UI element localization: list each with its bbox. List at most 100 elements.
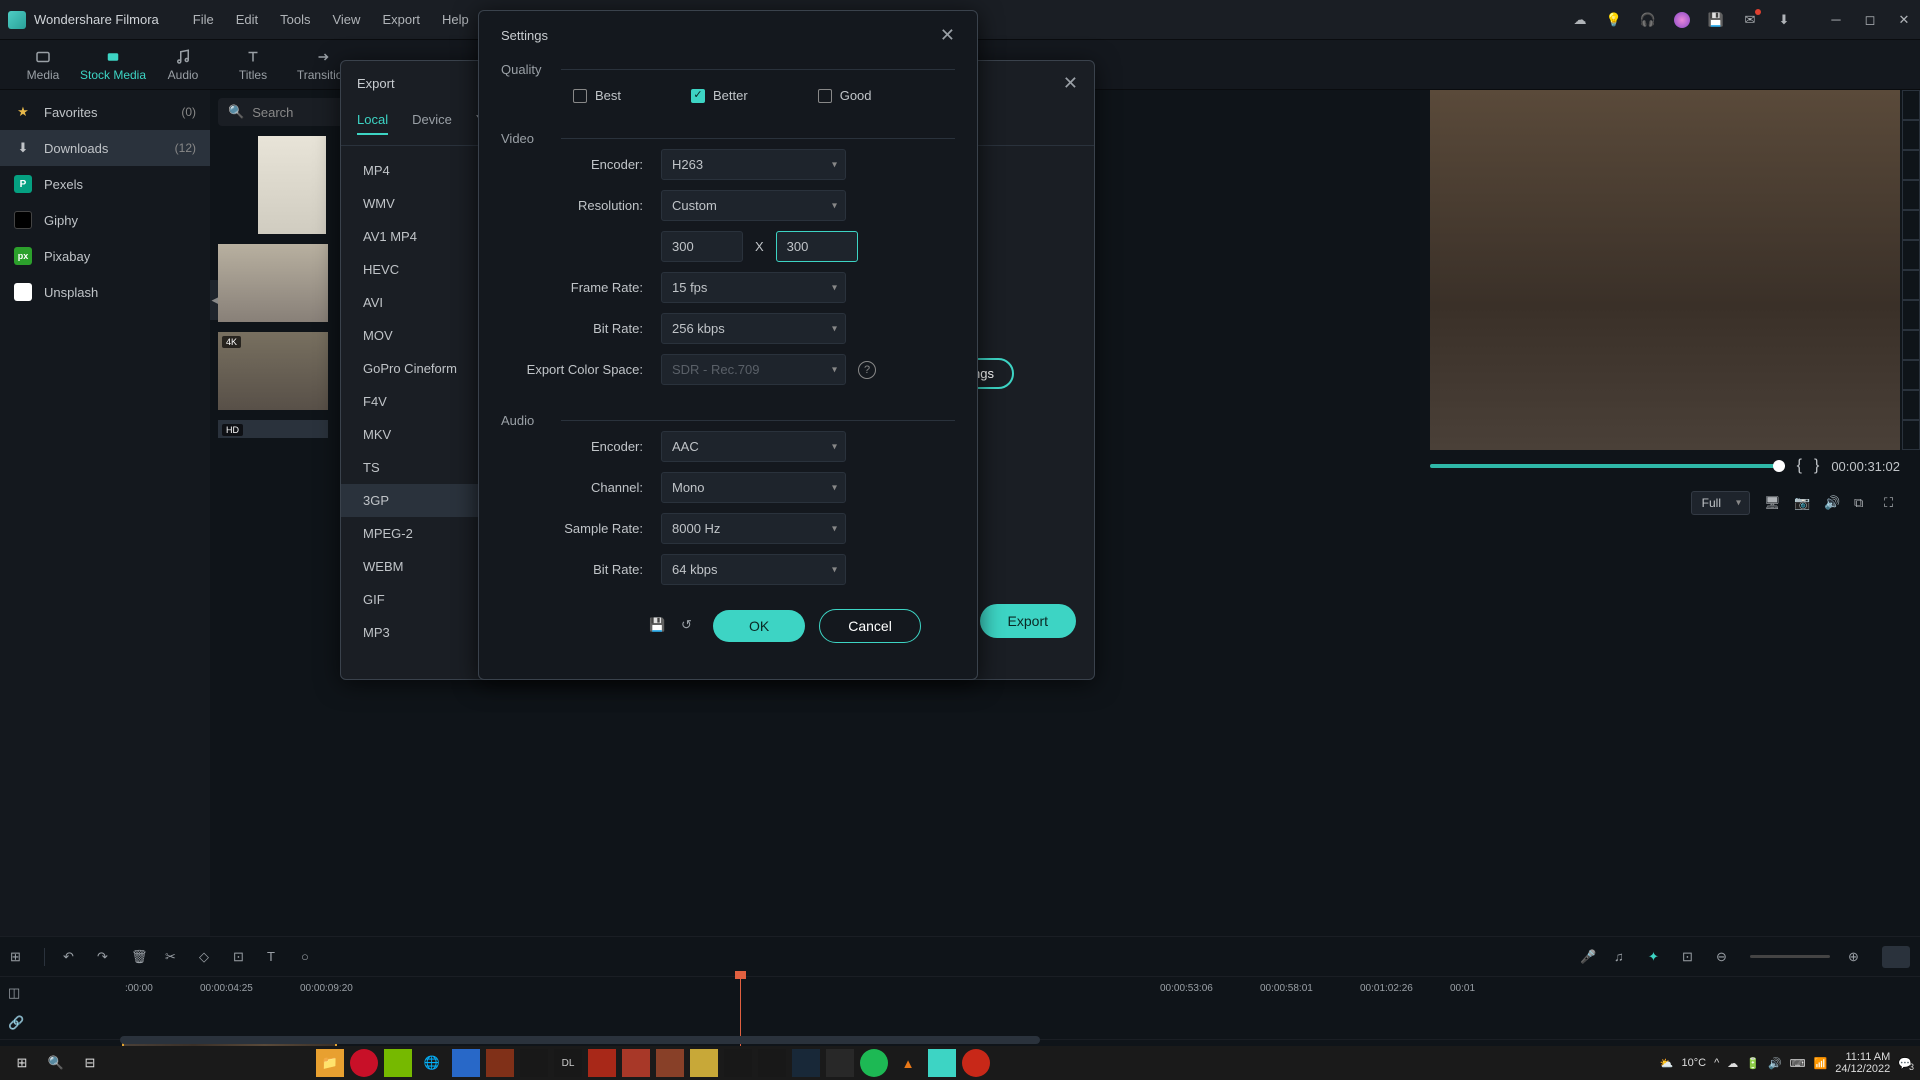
app-icon[interactable] xyxy=(962,1049,990,1077)
chrome-icon[interactable]: 🌐 xyxy=(418,1049,446,1077)
format-3gp[interactable]: 3GP xyxy=(341,484,481,517)
export-button[interactable]: Export xyxy=(980,604,1076,638)
close-icon[interactable]: ✕ xyxy=(1896,12,1912,28)
marker-slot[interactable] xyxy=(1902,240,1920,270)
undo-icon[interactable]: ↶ xyxy=(63,949,79,965)
preview-quality-dropdown[interactable]: Full▾ xyxy=(1691,491,1750,515)
tab-titles[interactable]: Titles xyxy=(218,48,288,82)
format-ts[interactable]: TS xyxy=(341,451,481,484)
sidebar-item-downloads[interactable]: ⬇ Downloads (12) xyxy=(0,130,210,166)
avatar-icon[interactable] xyxy=(1674,12,1690,28)
audio-encoder-dropdown[interactable]: AAC▾ xyxy=(661,431,846,462)
cancel-button[interactable]: Cancel xyxy=(819,609,921,643)
minimize-icon[interactable]: ─ xyxy=(1828,12,1844,28)
redo-icon[interactable]: ↷ xyxy=(97,949,113,965)
export-tab-device[interactable]: Device xyxy=(412,106,452,135)
app-icon[interactable] xyxy=(792,1049,820,1077)
quality-better[interactable]: ✓Better xyxy=(691,88,748,103)
save-preset-icon[interactable]: 💾 xyxy=(649,617,667,635)
marker-slot[interactable] xyxy=(1902,300,1920,330)
marker-slot[interactable] xyxy=(1902,390,1920,420)
menu-tools[interactable]: Tools xyxy=(270,6,320,33)
circle-icon[interactable]: ○ xyxy=(301,949,317,965)
media-thumb[interactable]: 4K xyxy=(218,332,328,410)
timeline-view-icon[interactable] xyxy=(1882,946,1910,968)
samplerate-dropdown[interactable]: 8000 Hz▾ xyxy=(661,513,846,544)
format-mov[interactable]: MOV xyxy=(341,319,481,352)
video-bitrate-dropdown[interactable]: 256 kbps▾ xyxy=(661,313,846,344)
sidebar-item-favorites[interactable]: ★ Favorites (0) xyxy=(0,94,210,130)
app-icon[interactable]: DL xyxy=(554,1049,582,1077)
tab-media[interactable]: Media xyxy=(8,48,78,82)
mixer-icon[interactable]: ♫ xyxy=(1614,949,1630,965)
format-avi[interactable]: AVI xyxy=(341,286,481,319)
marker-slot[interactable] xyxy=(1902,360,1920,390)
format-mp4[interactable]: MP4 xyxy=(341,154,481,187)
sidebar-item-unsplash[interactable]: Unsplash xyxy=(0,274,210,310)
link-icon[interactable]: 🔗 xyxy=(8,1015,24,1031)
app-icon[interactable] xyxy=(588,1049,616,1077)
format-gopro[interactable]: GoPro Cineform xyxy=(341,352,481,385)
filmora-task-icon[interactable] xyxy=(928,1049,956,1077)
marker-slot[interactable] xyxy=(1902,330,1920,360)
export-tab-local[interactable]: Local xyxy=(357,106,388,135)
quality-best[interactable]: Best xyxy=(573,88,621,103)
snapshot-icon[interactable]: 📷 xyxy=(1794,495,1810,511)
zoom-in-icon[interactable]: ⊕ xyxy=(1848,949,1864,965)
headset-icon[interactable]: 🎧 xyxy=(1640,12,1656,28)
format-wmv[interactable]: WMV xyxy=(341,187,481,220)
cut-icon[interactable]: ✂ xyxy=(165,949,181,965)
framerate-dropdown[interactable]: 15 fps▾ xyxy=(661,272,846,303)
cloud-icon[interactable]: ☁ xyxy=(1572,12,1588,28)
menu-export[interactable]: Export xyxy=(372,6,430,33)
tab-audio[interactable]: Audio xyxy=(148,48,218,82)
volume-icon[interactable]: 🔊 xyxy=(1824,495,1840,511)
weather-icon[interactable]: ⛅ xyxy=(1660,1057,1674,1070)
text-icon[interactable]: T xyxy=(267,949,283,965)
taskbar-clock[interactable]: 11:11 AM 24/12/2022 xyxy=(1835,1051,1890,1075)
popout-icon[interactable]: ⧉ xyxy=(1854,495,1870,511)
video-encoder-dropdown[interactable]: H263▾ xyxy=(661,149,846,180)
tray-cloud-icon[interactable]: ☁ xyxy=(1727,1057,1738,1070)
format-mp3[interactable]: MP3 xyxy=(341,616,481,649)
weather-temp[interactable]: 10°C xyxy=(1681,1057,1706,1069)
tray-volume-icon[interactable]: 🔊 xyxy=(1768,1057,1782,1070)
menu-view[interactable]: View xyxy=(322,6,370,33)
lightbulb-icon[interactable]: 💡 xyxy=(1606,12,1622,28)
taskview-icon[interactable]: ⊟ xyxy=(76,1049,104,1077)
menu-help[interactable]: Help xyxy=(432,6,479,33)
format-gif[interactable]: GIF xyxy=(341,583,481,616)
marker-slot[interactable] xyxy=(1902,120,1920,150)
nvidia-icon[interactable] xyxy=(384,1049,412,1077)
vlc-icon[interactable]: ▲ xyxy=(894,1049,922,1077)
scrubber-knob[interactable] xyxy=(1773,460,1785,472)
crop-icon[interactable]: ⊡ xyxy=(233,949,249,965)
marker-slot[interactable] xyxy=(1902,420,1920,450)
tray-wifi-icon[interactable]: 📶 xyxy=(1814,1057,1828,1070)
save-icon[interactable]: 💾 xyxy=(1708,12,1724,28)
marker-slot[interactable] xyxy=(1902,90,1920,120)
media-thumb[interactable] xyxy=(218,244,328,322)
format-webm[interactable]: WEBM xyxy=(341,550,481,583)
display-icon[interactable]: 🖥 xyxy=(1764,495,1780,511)
menu-edit[interactable]: Edit xyxy=(226,6,268,33)
start-icon[interactable]: ⊞ xyxy=(8,1049,36,1077)
channel-dropdown[interactable]: Mono▾ xyxy=(661,472,846,503)
message-icon[interactable]: ✉ xyxy=(1742,12,1758,28)
menu-file[interactable]: File xyxy=(183,6,224,33)
zoom-slider[interactable] xyxy=(1750,955,1830,958)
app-icon[interactable] xyxy=(520,1049,548,1077)
sidebar-item-pexels[interactable]: P Pexels xyxy=(0,166,210,202)
download-icon[interactable]: ⬇ xyxy=(1776,12,1792,28)
sidebar-item-pixabay[interactable]: px Pixabay xyxy=(0,238,210,274)
help-icon[interactable]: ? xyxy=(858,361,876,379)
tag-icon[interactable]: ◇ xyxy=(199,949,215,965)
app-icon[interactable] xyxy=(656,1049,684,1077)
media-thumb[interactable]: HD xyxy=(218,420,328,438)
maximize-icon[interactable]: ◻ xyxy=(1862,12,1878,28)
resolution-height-input[interactable] xyxy=(776,231,858,262)
format-hevc[interactable]: HEVC xyxy=(341,253,481,286)
marker-slot[interactable] xyxy=(1902,270,1920,300)
search-input[interactable]: 🔍 Search xyxy=(218,98,340,126)
resolution-width-input[interactable] xyxy=(661,231,743,262)
